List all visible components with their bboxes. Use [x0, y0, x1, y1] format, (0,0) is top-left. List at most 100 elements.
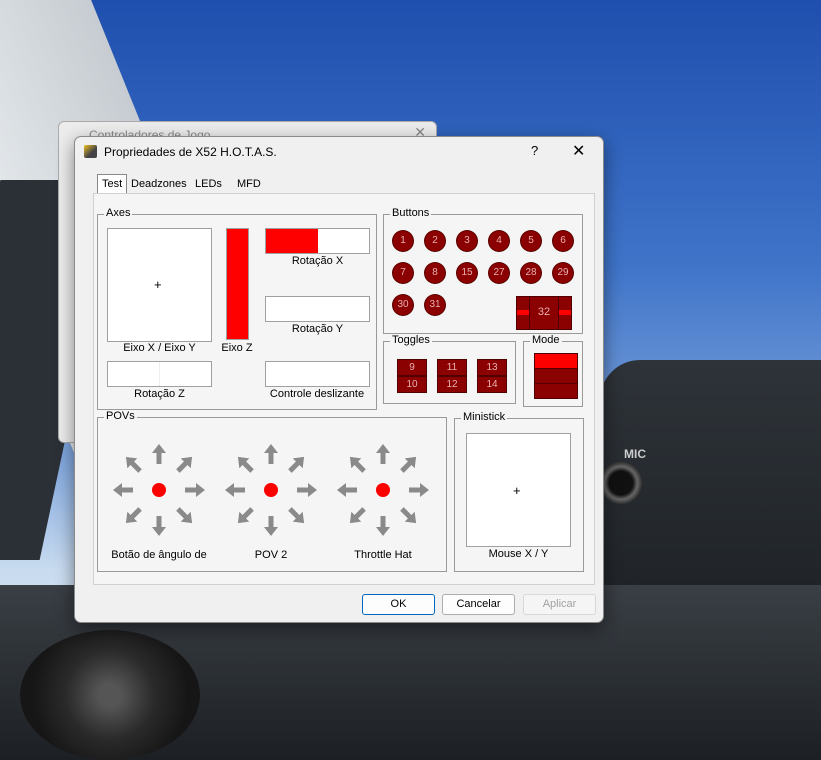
toggle-indicator-11: 11: [437, 359, 467, 376]
pov-2-arrow-up-right-icon: [281, 449, 312, 480]
mic-label: MIC: [624, 447, 646, 461]
tab-test[interactable]: Test: [97, 174, 128, 194]
z-axis-box: [226, 228, 249, 340]
pov-2-arrow-down-icon: [260, 515, 282, 537]
mode-group: Mode: [523, 334, 583, 407]
button-indicator-29: 29: [553, 263, 573, 283]
buttons-group: Buttons 123456 7 8 15 27 28 29 30 31 32: [383, 207, 583, 334]
toggle-indicator-14: 14: [477, 376, 507, 393]
rz-center-line: [159, 362, 160, 386]
rz-axis-box: [107, 361, 212, 387]
button-indicator-8: 8: [425, 263, 445, 283]
pov-1-arrow-down-icon: [148, 515, 170, 537]
button-indicator-15: 15: [457, 263, 477, 283]
pov-1-arrow-up-left-icon: [118, 449, 149, 480]
button-indicator-7: 7: [393, 263, 413, 283]
mode-segment-2: [534, 368, 578, 384]
pov-2-arrow-right-icon: [296, 479, 318, 501]
toggle-indicator-10: 10: [397, 376, 427, 393]
toggles-group-label: Toggles: [390, 334, 432, 346]
pov-1-arrow-down-left-icon: [118, 500, 149, 531]
dialog-titlebar[interactable]: Propriedades de X52 H.O.T.A.S. ? ✕: [75, 137, 603, 167]
button-indicator-1: 1: [393, 231, 413, 251]
apply-button[interactable]: Aplicar: [523, 594, 596, 615]
background-air-vent: [20, 630, 200, 760]
pov-1-arrow-left-icon: [112, 479, 134, 501]
button-indicator-3: 3: [457, 231, 477, 251]
pov-2-arrow-down-left-icon: [230, 500, 261, 531]
xy-axis-label: Eixo X / Eixo Y: [123, 342, 196, 354]
pov-3-arrow-down-right-icon: [393, 500, 424, 531]
tab-leds[interactable]: LEDs: [191, 176, 226, 192]
mic-knob: [600, 462, 642, 504]
pov-2-center: [264, 483, 278, 497]
pov-1-arrow-up-right-icon: [169, 449, 200, 480]
pov-1-arrow-down-right-icon: [169, 500, 200, 531]
toggle-indicator-13: 13: [477, 359, 507, 376]
ry-axis-label: Rotação Y: [291, 323, 344, 335]
buttons-group-label: Buttons: [390, 207, 432, 219]
properties-dialog: Propriedades de X52 H.O.T.A.S. ? ✕ Test …: [74, 136, 604, 623]
slider-axis-box: [265, 361, 370, 387]
pov-2-arrow-up-icon: [260, 443, 282, 465]
pov-2-arrow-left-icon: [224, 479, 246, 501]
button-indicator-28: 28: [521, 263, 541, 283]
button-32-indicator: 32: [516, 296, 572, 330]
pov-3-center: [376, 483, 390, 497]
rx-axis-fill: [266, 229, 318, 253]
tab-mfd[interactable]: MFD: [233, 176, 265, 192]
pov-2-arrow-down-right-icon: [281, 500, 312, 531]
pov-1-arrow-right-icon: [184, 479, 206, 501]
cancel-button[interactable]: Cancelar: [442, 594, 515, 615]
button-indicator-4: 4: [489, 231, 509, 251]
axes-group: Axes + Eixo X / Eixo Y Eixo Z Rotação X …: [97, 207, 377, 410]
axes-group-label: Axes: [104, 207, 133, 219]
rx-axis-label: Rotação X: [291, 255, 344, 267]
pov-3-arrow-left-icon: [336, 479, 358, 501]
pov-2-arrow-up-left-icon: [230, 449, 261, 480]
rx-axis-box: [265, 228, 370, 254]
help-button[interactable]: ?: [531, 143, 538, 158]
ministick-group: Ministick + Mouse X / Y: [454, 411, 584, 572]
ministick-box: +: [466, 433, 571, 547]
toggle-indicator-12: 12: [437, 376, 467, 393]
pov-3-label: Throttle Hat: [354, 549, 412, 561]
slider-axis-label: Controle deslizante: [269, 388, 365, 400]
button-indicator-27: 27: [489, 263, 509, 283]
ministick-group-label: Ministick: [461, 411, 508, 423]
pov-3-arrow-right-icon: [408, 479, 430, 501]
joystick-icon: [84, 145, 97, 158]
z-axis-label: Eixo Z: [221, 342, 253, 354]
xy-crosshair-icon: +: [154, 277, 162, 292]
ministick-label: Mouse X / Y: [488, 548, 549, 560]
pov-1-center: [152, 483, 166, 497]
pov-3-arrow-down-icon: [372, 515, 394, 537]
mode-group-label: Mode: [530, 334, 562, 346]
mode-segment-1: [534, 353, 578, 369]
ministick-crosshair-icon: +: [513, 483, 521, 498]
ok-button[interactable]: OK: [362, 594, 435, 615]
pov-2-label: POV 2: [254, 549, 288, 561]
button-indicator-2: 2: [425, 231, 445, 251]
pov-1-label: Botão de ângulo de: [111, 549, 207, 561]
pov-3-arrow-up-left-icon: [342, 449, 373, 480]
tab-deadzones[interactable]: Deadzones: [127, 176, 191, 192]
close-button[interactable]: ✕: [572, 141, 585, 161]
pov-3-arrow-up-right-icon: [393, 449, 424, 480]
povs-group: POVs Botão de ângulo de POV 2 Throttle Hat: [97, 410, 447, 572]
button-indicator-5: 5: [521, 231, 541, 251]
button-indicator-6: 6: [553, 231, 573, 251]
povs-group-label: POVs: [104, 410, 137, 422]
toggles-group: Toggles 9 11 13 10 12 14: [383, 334, 516, 404]
button-indicator-30: 30: [393, 295, 413, 315]
pov-3-arrow-down-left-icon: [342, 500, 373, 531]
pov-1-arrow-up-icon: [148, 443, 170, 465]
rz-axis-label: Rotação Z: [134, 388, 185, 400]
xy-axis-box: +: [107, 228, 212, 342]
button-indicator-31: 31: [425, 295, 445, 315]
tab-panel-test: Axes + Eixo X / Eixo Y Eixo Z Rotação X …: [93, 193, 595, 585]
dialog-title: Propriedades de X52 H.O.T.A.S.: [104, 145, 277, 159]
z-axis-fill: [227, 229, 248, 339]
pov-3-arrow-up-icon: [372, 443, 394, 465]
toggle-indicator-9: 9: [397, 359, 427, 376]
